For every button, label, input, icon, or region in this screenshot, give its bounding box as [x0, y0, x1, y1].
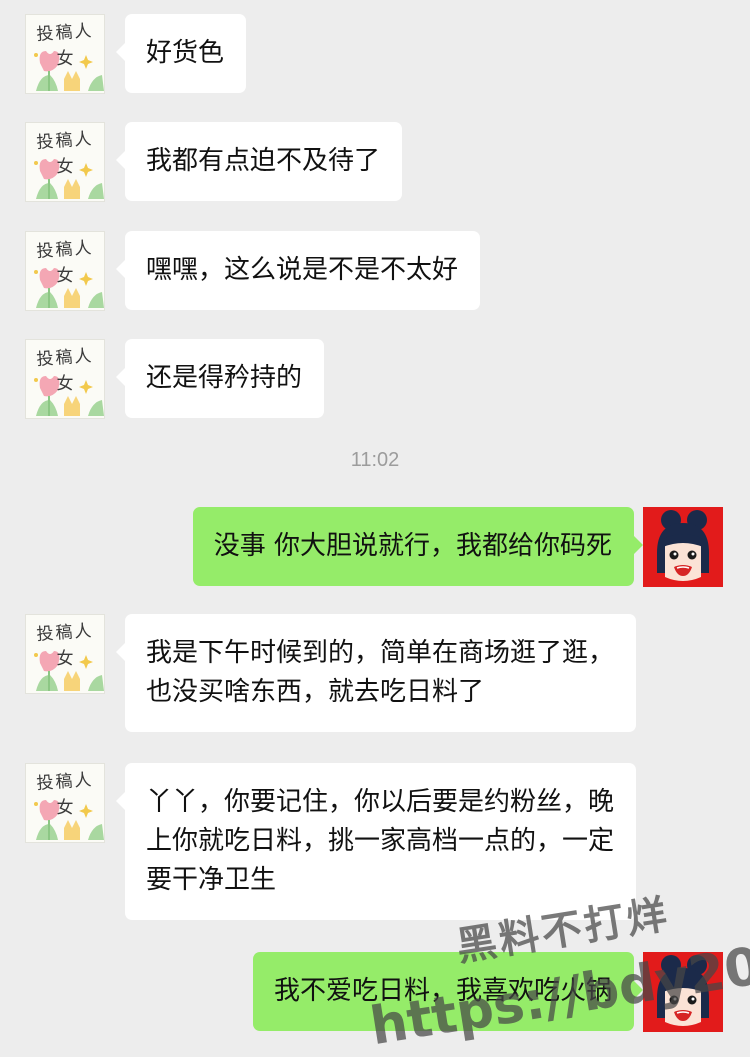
message-text: 丫丫，你要记住，你以后要是约粉丝，晚: [146, 787, 615, 817]
my-avatar[interactable]: [643, 507, 723, 587]
avatar-label-line2: 女: [56, 157, 74, 177]
message-bubble[interactable]: 好货色: [115, 14, 247, 93]
my-avatar[interactable]: [643, 952, 723, 1032]
message-text: 嘿嘿，这么说是不是不太好: [146, 255, 459, 285]
message-bubble[interactable]: 丫丫，你要记住，你以后要是约粉丝，晚 上你就吃日料，挑一家高档一点的，一定 要干…: [115, 763, 637, 920]
message-timestamp: 11:02: [350, 449, 400, 471]
message-text: 也没买啥东西，就去吃日料了: [146, 677, 485, 707]
message-text: 好货色: [146, 38, 225, 68]
sent-message-bubble[interactable]: 我不爱吃日料，我喜欢吃火锅: [252, 952, 644, 1031]
message-bubble[interactable]: 嘿嘿，这么说是不是不太好: [115, 231, 481, 310]
cartoon-girl-avatar-icon: [643, 952, 723, 1032]
avatar-label-line2: 女: [56, 798, 74, 818]
message-text: 我不爱吃日料，我喜欢吃火锅: [273, 976, 612, 1006]
contact-avatar[interactable]: 投稿人 女: [25, 339, 105, 419]
contact-avatar[interactable]: 投稿人 女: [25, 122, 105, 202]
message-bubble[interactable]: 我是下午时候到的，简单在商场逛了逛， 也没买啥东西，就去吃日料了: [115, 614, 637, 732]
message-text: 没事 你大胆说就行，我都给你码死: [213, 531, 612, 561]
sent-message-bubble[interactable]: 没事 你大胆说就行，我都给你码死: [192, 507, 644, 586]
avatar-label-line2: 女: [56, 649, 74, 669]
message-text: 还是得矜持的: [146, 363, 303, 393]
message-text: 我都有点迫不及待了: [146, 146, 381, 176]
contact-avatar[interactable]: 投稿人 女: [25, 231, 105, 311]
message-text: 上你就吃日料，挑一家高档一点的，一定: [146, 826, 615, 856]
chat-window: 投稿人 女 好货色 投稿人 女 我都有点迫不及待了 投稿人 女 嘿嘿，这么说是不…: [0, 0, 750, 1057]
contact-avatar[interactable]: 投稿人 女: [25, 14, 105, 94]
message-bubble[interactable]: 我都有点迫不及待了: [115, 122, 403, 201]
contact-avatar[interactable]: 投稿人 女: [25, 763, 105, 843]
contact-avatar[interactable]: 投稿人 女: [25, 614, 105, 694]
message-text: 要干净卫生: [146, 865, 277, 895]
message-text: 我是下午时候到的，简单在商场逛了逛，: [146, 638, 615, 668]
cartoon-girl-avatar-icon: [643, 507, 723, 587]
message-bubble[interactable]: 还是得矜持的: [115, 339, 325, 418]
avatar-label-line2: 女: [56, 49, 74, 69]
avatar-label-line2: 女: [56, 266, 74, 286]
avatar-label-line2: 女: [56, 374, 74, 394]
